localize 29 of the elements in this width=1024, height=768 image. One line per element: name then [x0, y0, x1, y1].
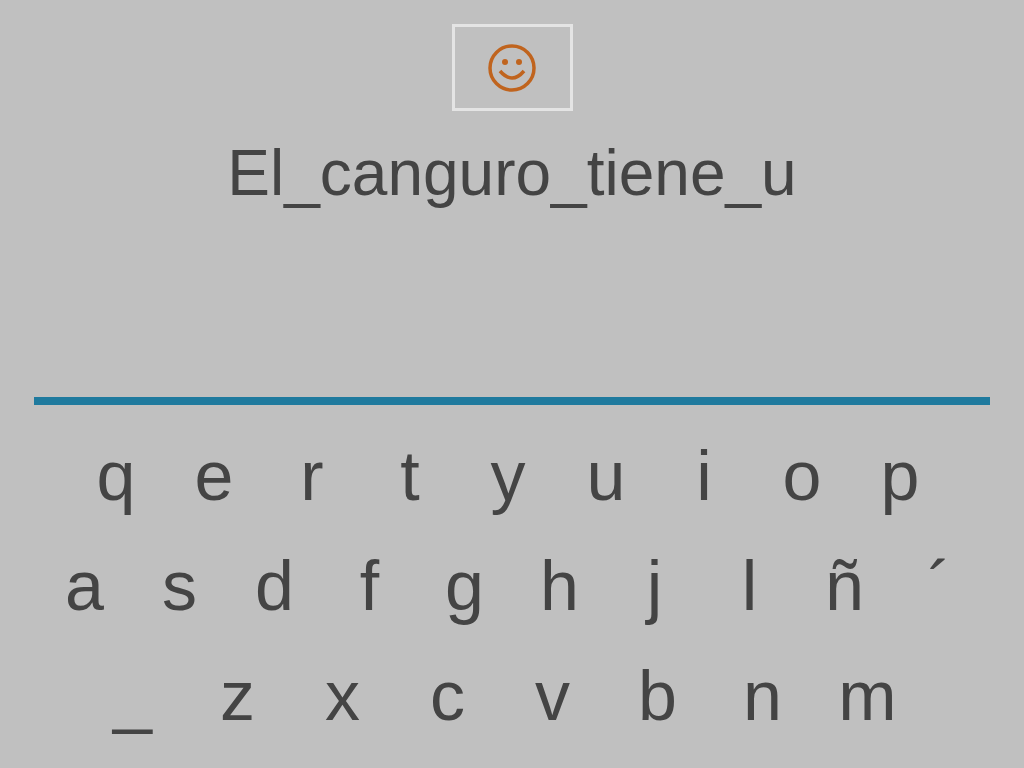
key-button[interactable]: p [851, 421, 949, 531]
key-button[interactable]: c [395, 641, 500, 751]
key-button[interactable]: x [290, 641, 395, 751]
key-button[interactable]: e [165, 421, 263, 531]
key-button[interactable]: ñ [797, 531, 892, 641]
key-button[interactable]: n [710, 641, 815, 751]
key-button[interactable]: s [132, 531, 227, 641]
key-button[interactable]: h [512, 531, 607, 641]
key-button[interactable]: t [361, 421, 459, 531]
key-button[interactable]: r [263, 421, 361, 531]
key-button[interactable]: d [227, 531, 322, 641]
key-button[interactable]: i [655, 421, 753, 531]
key-button[interactable]: _ [80, 641, 185, 751]
key-button[interactable]: j [607, 531, 702, 641]
key-button[interactable]: ´ [892, 531, 987, 641]
key-button[interactable]: f [322, 531, 417, 641]
key-button[interactable]: z [185, 641, 290, 751]
key-button[interactable]: b [605, 641, 710, 751]
key-button[interactable]: y [459, 421, 557, 531]
smiley-button[interactable] [451, 24, 573, 111]
key-button[interactable]: v [500, 641, 605, 751]
smiley-icon [487, 42, 537, 93]
key-button[interactable]: o [753, 421, 851, 531]
key-button[interactable]: a [37, 531, 132, 641]
key-button[interactable]: g [417, 531, 512, 641]
key-button[interactable]: q [67, 421, 165, 531]
key-button[interactable]: m [815, 641, 920, 751]
key-button[interactable]: l [702, 531, 797, 641]
key-button[interactable]: u [557, 421, 655, 531]
